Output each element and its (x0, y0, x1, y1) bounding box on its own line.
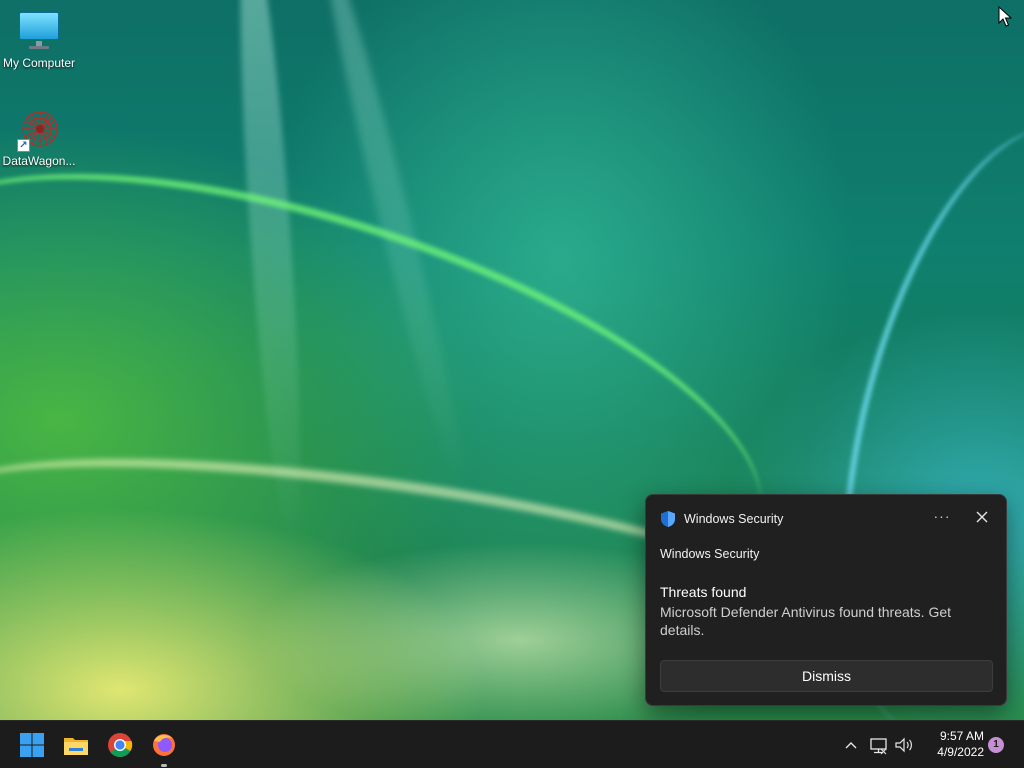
desktop-icon-label: DataWagon... (2, 154, 76, 168)
network-icon (870, 738, 887, 755)
notification-count-badge[interactable]: 1 (988, 737, 1004, 753)
taskbar-clock[interactable]: 9:57 AM 4/9/2022 (918, 728, 984, 760)
toast-body[interactable]: Microsoft Defender Antivirus found threa… (660, 603, 990, 639)
volume-control[interactable] (893, 733, 915, 757)
folder-icon (64, 738, 88, 755)
show-hidden-icons-button[interactable] (842, 733, 860, 757)
mouse-cursor-icon (998, 6, 1012, 27)
more-options-button[interactable]: ··· (930, 505, 954, 529)
toast-title: Threats found (660, 584, 747, 600)
toast-app-name: Windows Security (684, 512, 784, 526)
shield-icon (661, 511, 675, 527)
dismiss-button[interactable]: Dismiss (660, 660, 993, 692)
wallpaper-streak (312, 0, 478, 496)
desktop-icon-my-computer[interactable]: My Computer (0, 10, 78, 70)
firefox-icon (153, 734, 175, 756)
network-status[interactable] (868, 733, 890, 757)
computer-icon (17, 10, 61, 54)
desktop-icon-label: My Computer (2, 56, 76, 70)
clock-time: 9:57 AM (939, 729, 984, 743)
taskbar-firefox[interactable] (148, 729, 180, 767)
shortcut-arrow-icon: ↗ (17, 139, 30, 152)
clock-date: 4/9/2022 (937, 745, 984, 759)
desktop-icon-datawagon[interactable]: ↗ DataWagon... (0, 108, 78, 168)
windows-logo-icon (20, 733, 44, 757)
running-indicator (161, 764, 167, 767)
chevron-up-icon (845, 742, 857, 749)
volume-icon (895, 737, 912, 753)
taskbar-file-explorer[interactable] (60, 729, 92, 761)
toast-header: Windows Security (660, 509, 783, 529)
taskbar-chrome[interactable] (104, 729, 136, 761)
chrome-icon (108, 733, 133, 758)
close-button[interactable] (970, 505, 994, 529)
wallpaper-streak (228, 0, 312, 541)
close-icon (976, 511, 988, 523)
datawagon-app-icon: ↗ (17, 108, 61, 152)
security-notification-toast[interactable]: Windows Security ··· Windows Security Th… (645, 494, 1007, 706)
toast-source: Windows Security (660, 547, 760, 561)
start-button[interactable] (16, 729, 48, 761)
taskbar: 9:57 AM 4/9/2022 1 (0, 720, 1024, 768)
